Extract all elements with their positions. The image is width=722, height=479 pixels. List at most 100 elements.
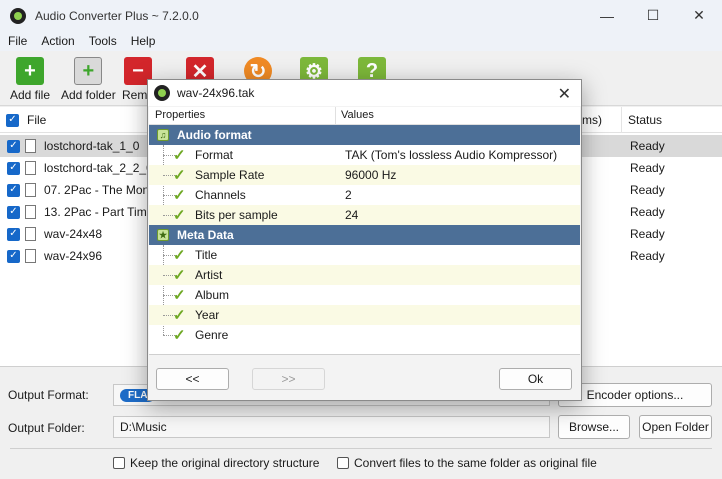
open-folder-button[interactable]: Open Folder (639, 415, 712, 439)
property-row[interactable]: ✓ Title (149, 245, 580, 265)
row-file-name: wav-24x48 (44, 227, 103, 241)
properties-dialog: wav-24x96.tak ✕ Properties Values ♫ Audi… (147, 79, 582, 401)
menu-bar: File Action Tools Help (0, 31, 722, 51)
close-button[interactable]: ✕ (676, 0, 722, 31)
property-name: Artist (195, 268, 223, 282)
menu-help[interactable]: Help (131, 34, 156, 48)
file-icon (25, 205, 36, 219)
property-row[interactable]: ✓ Bits per sample 24 (149, 205, 580, 225)
file-icon (25, 249, 36, 263)
row-file-name: lostchord-tak_2_2_0 (44, 161, 153, 175)
output-folder-field[interactable]: D:\Music (113, 416, 550, 438)
file-icon (25, 161, 36, 175)
group-label: Meta Data (177, 228, 234, 242)
divider (10, 448, 712, 449)
add-folder-icon: + (74, 57, 103, 85)
star-icon: ★ (157, 229, 169, 241)
row-checkbox[interactable]: ✓ (7, 227, 20, 241)
checkbox-box[interactable] (113, 457, 125, 469)
row-status: Ready (630, 161, 665, 175)
row-status: Ready (630, 227, 665, 241)
maximize-button[interactable]: ☐ (630, 0, 676, 31)
property-value: 2 (345, 188, 352, 202)
row-file-name: 07. 2Pac - The Money (44, 183, 162, 197)
header-properties: Properties (155, 109, 206, 121)
row-status: Ready (630, 139, 665, 153)
property-value: 96000 Hz (345, 168, 397, 182)
property-name: Title (195, 248, 218, 262)
property-row[interactable]: ✓ Sample Rate 96000 Hz (149, 165, 580, 185)
row-checkbox[interactable]: ✓ (7, 183, 20, 197)
row-checkbox[interactable]: ✓ (7, 139, 20, 153)
row-file-name: lostchord-tak_1_0 (44, 139, 140, 153)
check-icon: ✓ (173, 267, 186, 284)
file-icon (25, 183, 36, 197)
row-status: Ready (630, 205, 665, 219)
check-icon: ✓ (173, 307, 186, 324)
menu-file[interactable]: File (8, 34, 27, 48)
property-value: TAK (Tom's lossless Audio Kompressor) (345, 148, 558, 162)
property-name: Channels (195, 188, 246, 202)
group-label: Audio format (177, 128, 252, 142)
dialog-close-button[interactable]: ✕ (558, 84, 571, 104)
row-checkbox[interactable]: ✓ (7, 161, 20, 175)
property-row[interactable]: ✓ Format TAK (Tom's lossless Audio Kompr… (149, 145, 580, 165)
header-values: Values (341, 109, 374, 121)
check-icon: ✓ (173, 327, 186, 344)
check-icon: ✓ (173, 247, 186, 264)
header-status[interactable]: Status (622, 107, 722, 133)
select-all-checkbox[interactable]: ✓ (6, 113, 19, 127)
row-file-name: wav-24x96 (44, 249, 103, 263)
property-name: Year (195, 308, 220, 322)
property-value: 24 (345, 208, 359, 222)
previous-button[interactable]: << (156, 368, 229, 390)
property-row[interactable]: ✓ Artist (149, 265, 580, 285)
window-title: Audio Converter Plus ~ 7.2.0.0 (35, 8, 199, 23)
property-name: Format (195, 148, 234, 162)
property-row[interactable]: ✓ Album (149, 285, 580, 305)
header-file[interactable]: ✓ File (0, 107, 148, 133)
add-file-label: Add file (10, 88, 51, 102)
properties-table: Properties Values ♫ Audio format ✓ Forma… (149, 107, 580, 355)
menu-tools[interactable]: Tools (89, 34, 117, 48)
row-status: Ready (630, 249, 665, 263)
same-folder-label: Convert files to the same folder as orig… (354, 456, 597, 470)
keep-structure-label: Keep the original directory structure (130, 456, 320, 470)
next-button[interactable]: >> (252, 368, 325, 390)
browse-button[interactable]: Browse... (558, 415, 630, 439)
output-folder-label: Output Folder: (8, 421, 85, 435)
title-bar: Audio Converter Plus ~ 7.2.0.0 — ☐ ✕ (0, 0, 722, 31)
minimize-button[interactable]: — (584, 0, 630, 31)
check-icon: ✓ (173, 287, 186, 304)
checkbox-box[interactable] (337, 457, 349, 469)
same-folder-checkbox[interactable]: Convert files to the same folder as orig… (337, 456, 597, 470)
group-audio-format[interactable]: ♫ Audio format (149, 125, 580, 145)
add-folder-button[interactable]: + Add folder (61, 57, 116, 102)
property-name: Bits per sample (195, 208, 278, 222)
group-meta-data[interactable]: ★ Meta Data (149, 225, 580, 245)
properties-header: Properties Values (149, 107, 580, 125)
add-folder-label: Add folder (61, 88, 116, 102)
property-row[interactable]: ✓ Channels 2 (149, 185, 580, 205)
ok-button[interactable]: Ok (499, 368, 572, 390)
file-icon (25, 139, 36, 153)
row-status: Ready (630, 183, 665, 197)
check-icon: ✓ (173, 207, 186, 224)
add-file-icon: + (16, 57, 45, 85)
property-row[interactable]: ✓ Genre (149, 325, 580, 345)
row-checkbox[interactable]: ✓ (7, 205, 20, 219)
property-name: Genre (195, 328, 229, 342)
file-icon (25, 227, 36, 241)
property-name: Sample Rate (195, 168, 265, 182)
row-checkbox[interactable]: ✓ (7, 249, 20, 263)
keep-structure-checkbox[interactable]: Keep the original directory structure (113, 456, 319, 470)
add-file-button[interactable]: + Add file (10, 57, 50, 102)
music-note-icon: ♫ (157, 129, 169, 141)
property-row[interactable]: ✓ Year (149, 305, 580, 325)
app-icon (154, 85, 170, 101)
property-name: Album (195, 288, 230, 302)
output-format-label: Output Format: (8, 388, 89, 402)
header-ms[interactable]: ms) (582, 107, 622, 133)
menu-action[interactable]: Action (41, 34, 74, 48)
dialog-title: wav-24x96.tak (177, 86, 255, 100)
